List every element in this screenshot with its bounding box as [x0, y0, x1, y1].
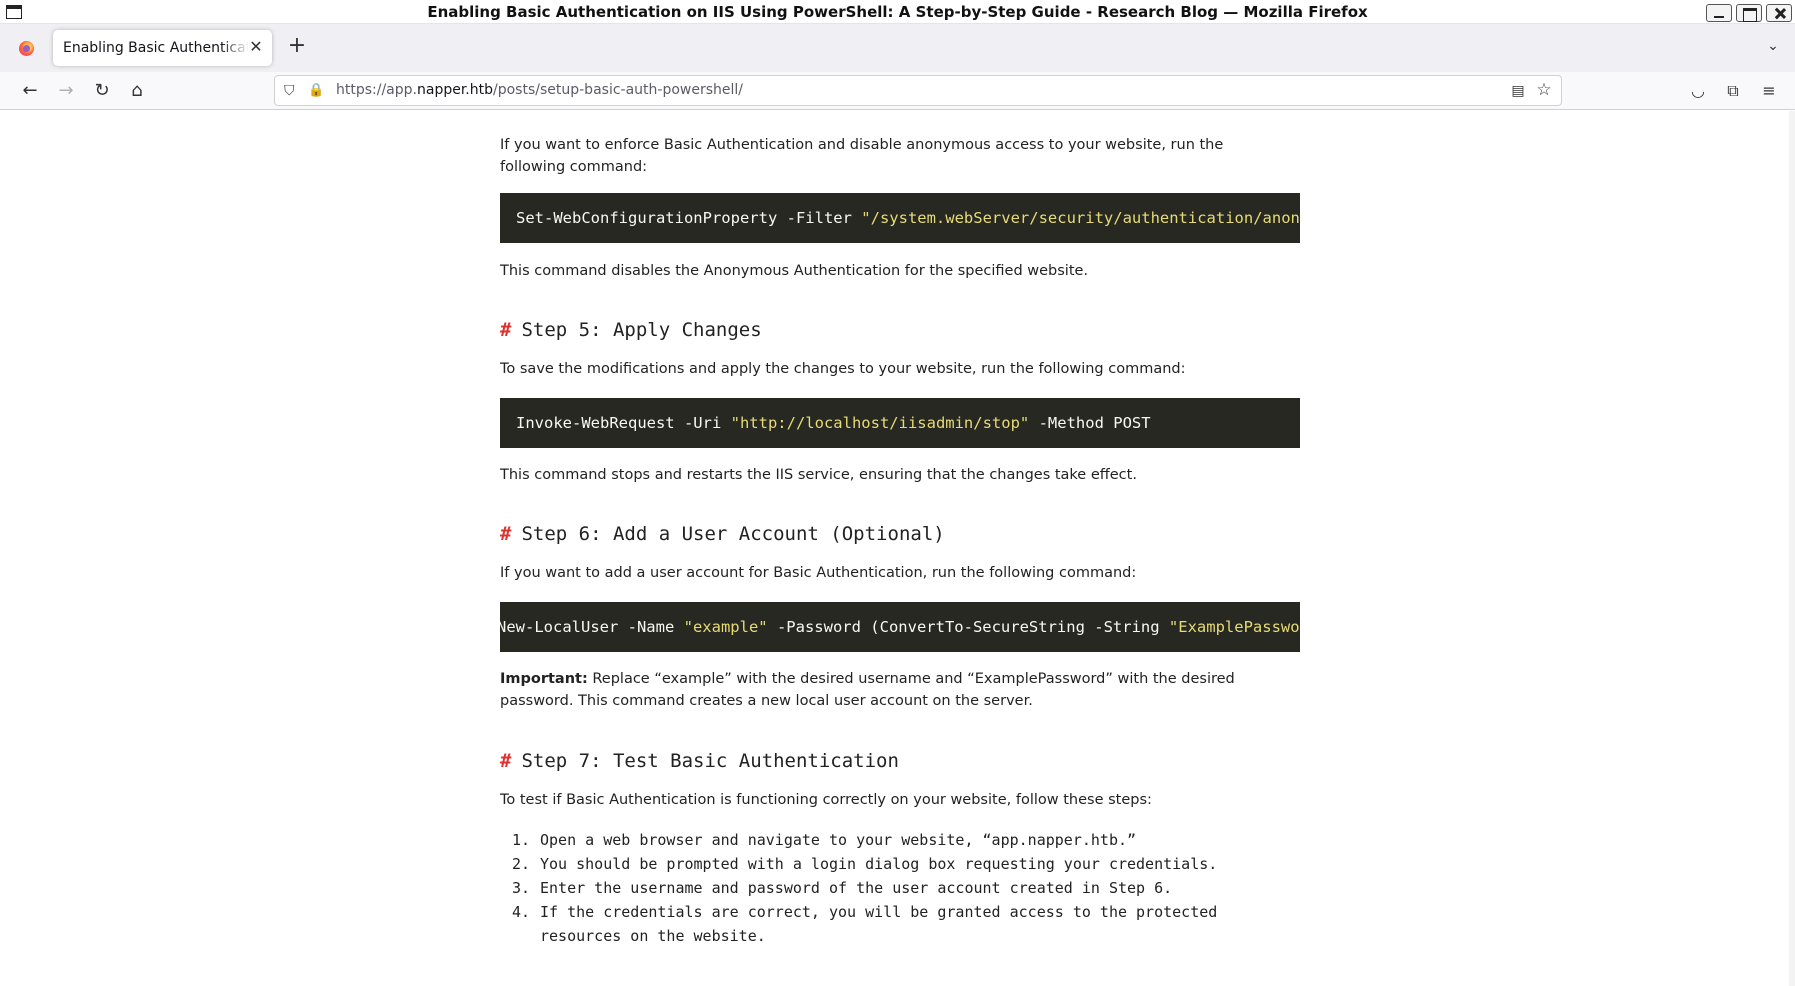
- list-item: 3. Enter the username and password of the…: [500, 876, 1220, 900]
- new-tab-button[interactable]: +: [286, 35, 308, 58]
- reader-view-icon[interactable]: ▤: [1509, 82, 1527, 100]
- list-item-number: 2.: [512, 855, 531, 873]
- code-block-new-local-user[interactable]: New-LocalUser -Name "example" -Password …: [500, 602, 1300, 652]
- heading-step-5: # Step 5: Apply Changes: [500, 317, 762, 343]
- code-block-apply-changes[interactable]: Invoke-WebRequest -Uri "http://localhost…: [500, 398, 1300, 448]
- list-item-text: Open a web browser and navigate to your …: [540, 831, 1137, 849]
- code-block-disable-anonymous[interactable]: Set-WebConfigurationProperty -Filter "/s…: [500, 193, 1300, 243]
- code-string-username: "example": [683, 618, 768, 636]
- step5-note: This command stops and restarts the IIS …: [500, 467, 1137, 483]
- url-prefix: https://app.: [336, 82, 417, 98]
- code-string: "http://localhost/iisadmin/stop": [730, 414, 1030, 432]
- pocket-icon[interactable]: ◡: [1686, 78, 1710, 104]
- list-item-text: You should be prompted with a login dial…: [540, 855, 1218, 873]
- firefox-view-icon[interactable]: [19, 41, 34, 56]
- url-path: /posts/setup-basic-auth-powershell/: [493, 82, 743, 98]
- code-line: Invoke-WebRequest -Uri "http://localhost…: [516, 398, 1151, 448]
- code-string-password: "ExamplePassword": [1168, 618, 1300, 636]
- list-item: 4. If the credentials are correct, you wi…: [500, 900, 1220, 948]
- list-item: 2. You should be prompted with a login di…: [500, 852, 1220, 876]
- step6-intro: If you want to add a user account for Ba…: [500, 565, 1137, 581]
- list-item-text: Enter the username and password of the u…: [540, 879, 1173, 897]
- code-string: "/system.webServer/security/authenticati…: [861, 209, 1300, 227]
- test-steps-list: 1. Open a web browser and navigate to you…: [500, 828, 1220, 948]
- list-item: 1. Open a web browser and navigate to you…: [500, 828, 1220, 852]
- tracking-protection-shield-icon[interactable]: ⛉: [284, 83, 298, 99]
- tab-strip: Enabling Basic Authentication on IIS Usi…: [0, 24, 1795, 72]
- list-item-number: 3.: [512, 879, 531, 897]
- heading-text: Step 5: Apply Changes: [521, 319, 762, 341]
- list-item-number: 1.: [512, 831, 531, 849]
- code-cmd: Invoke-WebRequest -Uri: [516, 414, 731, 432]
- heading-step-7: # Step 7: Test Basic Authentication: [500, 748, 899, 774]
- heading-anchor-hash[interactable]: #: [500, 750, 511, 772]
- code-cmd: New-LocalUser -Name: [500, 618, 684, 636]
- list-all-tabs-icon[interactable]: ⌄: [1764, 38, 1782, 56]
- url-host: napper.htb: [417, 82, 494, 98]
- step5-intro: To save the modifications and apply the …: [500, 361, 1186, 377]
- tab-label: Enabling Basic Authentication on IIS Usi…: [63, 40, 249, 56]
- window-title-bar: Enabling Basic Authentication on IIS Usi…: [0, 0, 1795, 24]
- home-icon[interactable]: ⌂: [124, 78, 150, 104]
- code-mid: -Password (ConvertTo-SecureString -Strin…: [767, 618, 1169, 636]
- forward-icon[interactable]: →: [53, 78, 79, 104]
- extensions-icon[interactable]: ⧉: [1721, 78, 1745, 104]
- list-item-text: If the credentials are correct, you will…: [540, 903, 1218, 945]
- minimize-button[interactable]: [1706, 4, 1732, 22]
- code-line: New-LocalUser -Name "example" -Password …: [500, 602, 1300, 652]
- site-security-lock-icon[interactable]: 🔒: [308, 83, 324, 99]
- heading-step-6: # Step 6: Add a User Account (Optional): [500, 521, 945, 547]
- heading-text: Step 7: Test Basic Authentication: [521, 750, 899, 772]
- heading-text: Step 6: Add a User Account (Optional): [521, 523, 945, 545]
- url-bar[interactable]: ⛉ 🔒 https://app.napper.htb/posts/setup-b…: [274, 75, 1562, 106]
- important-note: Important: Replace “example” with the de…: [500, 668, 1280, 712]
- step7-intro: To test if Basic Authentication is funct…: [500, 792, 1152, 808]
- tab-active[interactable]: Enabling Basic Authentication on IIS Usi…: [53, 30, 272, 66]
- page-viewport: If you want to enforce Basic Authenticat…: [7, 111, 1795, 986]
- app-menu-icon[interactable]: ≡: [1757, 78, 1781, 104]
- page-scrollbar[interactable]: [1789, 111, 1795, 986]
- close-window-button[interactable]: [1766, 4, 1792, 22]
- navigation-toolbar: ← → ↻ ⌂ ⛉ 🔒 https://app.napper.htb/posts…: [0, 72, 1795, 110]
- reload-icon[interactable]: ↻: [89, 78, 115, 104]
- bookmark-star-icon[interactable]: ☆: [1535, 81, 1553, 99]
- window-title: Enabling Basic Authentication on IIS Usi…: [427, 3, 1368, 21]
- maximize-button[interactable]: [1736, 4, 1762, 22]
- code1-note: This command disables the Anonymous Auth…: [500, 263, 1089, 279]
- tab-close-icon[interactable]: ✕: [248, 39, 264, 55]
- heading-anchor-hash[interactable]: #: [500, 523, 511, 545]
- list-item-number: 4.: [512, 903, 531, 921]
- code-rest: -Method POST: [1029, 414, 1151, 432]
- important-text: Replace “example” with the desired usern…: [500, 671, 1235, 709]
- code-line: Set-WebConfigurationProperty -Filter "/s…: [516, 193, 1300, 243]
- back-icon[interactable]: ←: [17, 78, 43, 104]
- heading-anchor-hash[interactable]: #: [500, 319, 511, 341]
- step4-intro: If you want to enforce Basic Authenticat…: [500, 137, 1224, 175]
- url-text[interactable]: https://app.napper.htb/posts/setup-basic…: [336, 82, 743, 98]
- code-cmd: Set-WebConfigurationProperty -Filter: [516, 209, 862, 227]
- important-label: Important:: [500, 671, 588, 687]
